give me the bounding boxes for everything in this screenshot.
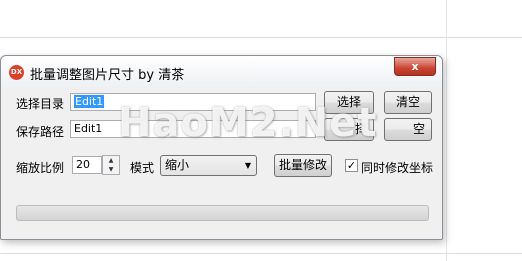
title-bar[interactable]: DX 批量调整图片尺寸 by 清茶 x bbox=[1, 56, 442, 87]
chevron-down-icon: ▼ bbox=[244, 161, 251, 170]
select-dir-value: Edit1 bbox=[74, 95, 105, 108]
mode-selected-value: 缩小 bbox=[165, 158, 190, 172]
watermark-text: HaoM2.Net bbox=[118, 100, 378, 146]
save-clear-button[interactable]: 空 bbox=[384, 118, 432, 141]
scale-value: 20 bbox=[76, 158, 90, 171]
close-button[interactable]: x bbox=[394, 57, 436, 76]
checkmark-icon: ✓ bbox=[346, 159, 357, 172]
select-dir-label: 选择目录 bbox=[16, 97, 65, 111]
app-window: DX 批量调整图片尺寸 by 清茶 x 选择目录 Edit1 选择 清空 保存路… bbox=[0, 55, 443, 240]
scale-spinner[interactable]: ▲ ▼ bbox=[102, 155, 120, 175]
clear-button[interactable]: 清空 bbox=[384, 91, 432, 114]
save-path-label: 保存路径 bbox=[16, 125, 65, 139]
mode-select[interactable]: 缩小 ▼ bbox=[160, 155, 257, 176]
sync-coords-checkbox[interactable]: ✓ bbox=[345, 159, 358, 172]
batch-modify-button[interactable]: 批量修改 bbox=[274, 154, 332, 177]
window-title: 批量调整图片尺寸 by 清茶 bbox=[30, 68, 185, 83]
progress-bar bbox=[16, 205, 429, 221]
mode-label: 模式 bbox=[130, 161, 155, 175]
spin-up-icon[interactable]: ▲ bbox=[103, 156, 119, 165]
app-icon: DX bbox=[9, 65, 24, 80]
spin-down-icon[interactable]: ▼ bbox=[103, 165, 119, 174]
scale-label: 缩放比例 bbox=[16, 161, 65, 175]
sync-coords-label: 同时修改坐标 bbox=[361, 161, 434, 175]
scale-input[interactable]: 20 bbox=[72, 156, 102, 174]
save-path-value: Edit1 bbox=[74, 122, 103, 135]
